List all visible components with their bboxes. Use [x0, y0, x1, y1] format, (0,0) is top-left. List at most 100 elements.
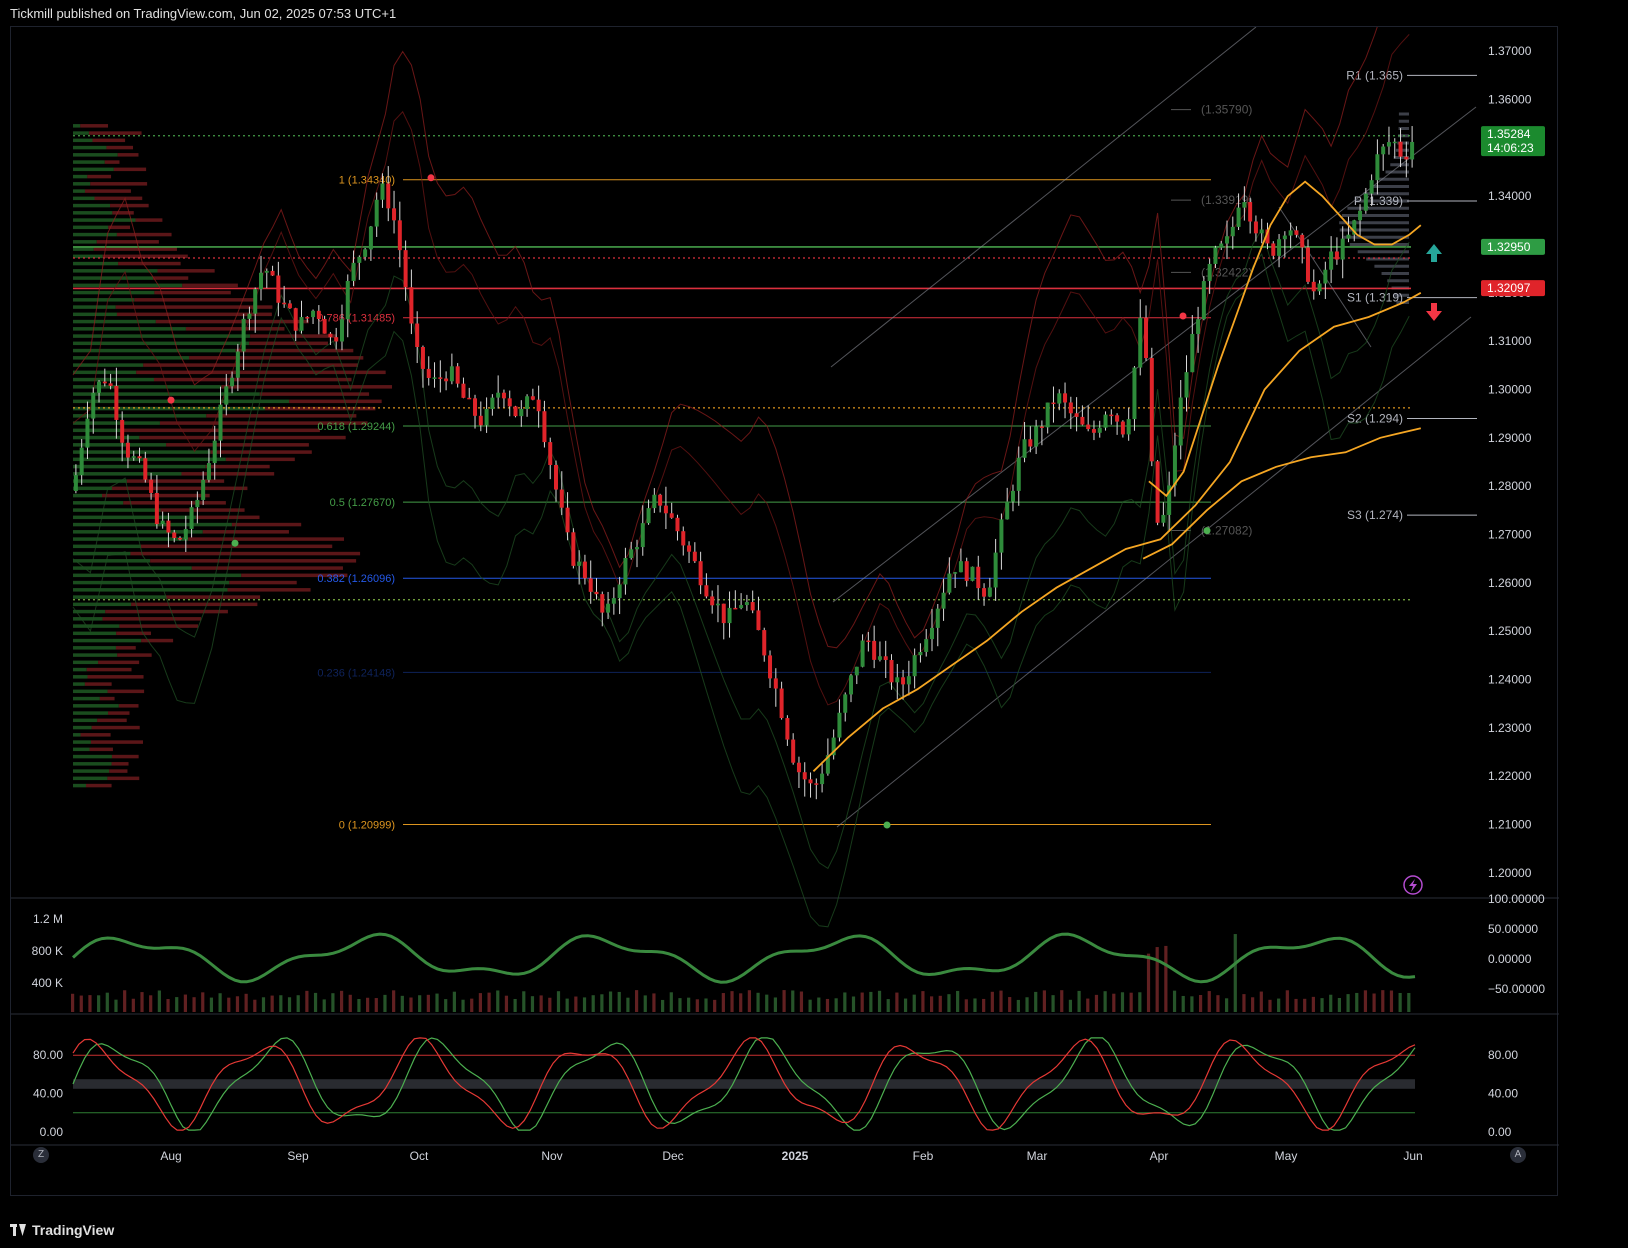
volume-profile-bar-up [73, 312, 117, 317]
volume-bar [1008, 997, 1012, 1012]
footer-brand-text: TradingView [32, 1222, 115, 1238]
candle-down [565, 507, 570, 533]
volume-profile-bar-down [210, 450, 312, 454]
candle-up [345, 280, 350, 320]
volume-bar [1381, 990, 1385, 1012]
candle-up [131, 456, 136, 458]
signal-dot [427, 174, 435, 182]
volume-bar [201, 992, 205, 1012]
volume-bar [1042, 990, 1046, 1012]
volume-profile-bar-down [182, 283, 238, 288]
publisher-header: Tickmill published on TradingView.com, J… [10, 6, 397, 21]
volume-bar [730, 991, 734, 1012]
candle-down [178, 537, 183, 540]
candle-up [1386, 142, 1391, 147]
candle-down [721, 603, 726, 624]
volume-bar [860, 992, 864, 1012]
volume-bar [1198, 994, 1203, 1012]
volume-profile-bar-down [94, 196, 143, 201]
candle-down [282, 302, 287, 305]
session-profile-bar [1398, 119, 1409, 123]
volume-profile-bar-up [73, 174, 88, 179]
volume-bar [149, 995, 153, 1012]
candle-down [791, 739, 796, 763]
volume-bar [1259, 991, 1263, 1012]
volume-bar [964, 999, 968, 1012]
candle-down [415, 323, 420, 348]
candle-up [1259, 229, 1264, 234]
volume-profile-bar-up [73, 733, 81, 737]
volume-bar [1112, 993, 1116, 1012]
chart-frame[interactable]: 1 (1.34340) 0.786 (1.31485) 0.618 (1.29244… [10, 26, 1559, 1197]
volume-profile-bar-up [73, 240, 97, 244]
candle-up [1410, 141, 1415, 160]
volume-profile-bar-down [98, 660, 140, 665]
candle-up [224, 386, 229, 405]
candle-down [594, 591, 599, 595]
candles [73, 126, 1415, 800]
volume-profile-bar-up [73, 624, 120, 628]
candle-down [293, 308, 298, 331]
volume-bar [956, 990, 960, 1012]
candle-down [334, 337, 339, 342]
price-label-countdown: 14:06:23 [1487, 141, 1534, 155]
candle-up [1161, 514, 1166, 523]
candle-up [1277, 239, 1282, 256]
candle-up [1381, 146, 1386, 155]
volume-profile-bar-down [102, 617, 202, 621]
price-axis-tick: 1.20000 [1488, 866, 1532, 880]
candle-up [629, 549, 634, 558]
volume-bar [799, 991, 804, 1012]
volume-profile-bar-down [115, 305, 273, 309]
volume-profile-bar-down [110, 203, 149, 208]
volume-bar [261, 997, 266, 1012]
volume-profile-bar-up [73, 131, 89, 135]
volume-bar [296, 995, 300, 1012]
volume-bar [817, 997, 821, 1012]
ghost-level-label: (1.35790) [1201, 103, 1252, 117]
volume-profile-bar-up [73, 544, 141, 549]
candle-down [270, 270, 275, 276]
candle-up [1201, 281, 1206, 320]
volume-bar [1138, 992, 1142, 1012]
candle-down [1115, 415, 1120, 422]
candle-up [490, 397, 495, 410]
volume-bar [721, 993, 725, 1012]
volume-bar [218, 993, 222, 1012]
volume-profile-bar-down [112, 211, 134, 215]
volume-profile-bar-up [73, 290, 155, 295]
signal-dot [231, 539, 239, 547]
candle-up [1010, 490, 1015, 502]
volume-profile-bar-down [235, 348, 354, 353]
candle-up [299, 317, 304, 331]
candle-up [97, 381, 102, 393]
candle-up [1282, 235, 1287, 240]
candle-up [206, 463, 211, 480]
log-scale-button[interactable]: Z [33, 1147, 49, 1163]
fib-level-label: 0 (1.20999) [339, 820, 395, 832]
candle-up [606, 603, 611, 613]
volume-profile-bar-down [113, 167, 147, 172]
volume-bar [1398, 992, 1402, 1012]
price-axis-tick: 1.24000 [1488, 673, 1532, 687]
volume-bar [634, 990, 639, 1012]
candle-down [172, 532, 177, 538]
candle-down [143, 458, 148, 480]
volume-bar [548, 997, 552, 1012]
candle-up [895, 677, 900, 683]
candle-up [363, 249, 368, 257]
candle-up [1358, 210, 1363, 221]
volume-bar [877, 990, 882, 1012]
volume-bar [1277, 998, 1281, 1012]
candle-down [1271, 243, 1276, 256]
fib-level-label: 0.382 (1.26096) [317, 573, 395, 585]
volume-profile-bar-up [73, 457, 226, 462]
chart-canvas[interactable]: 1 (1.34340)0.786 (1.31485)0.618 (1.29244… [11, 27, 1559, 1197]
auto-scale-button[interactable]: A [1510, 1147, 1526, 1163]
volume-bar [617, 991, 621, 1012]
volume-profile-bar-up [73, 638, 142, 643]
candle-up [577, 561, 582, 566]
candle-up [91, 392, 96, 419]
candle-up [652, 494, 657, 509]
volume-profile-bar-up [73, 588, 228, 592]
